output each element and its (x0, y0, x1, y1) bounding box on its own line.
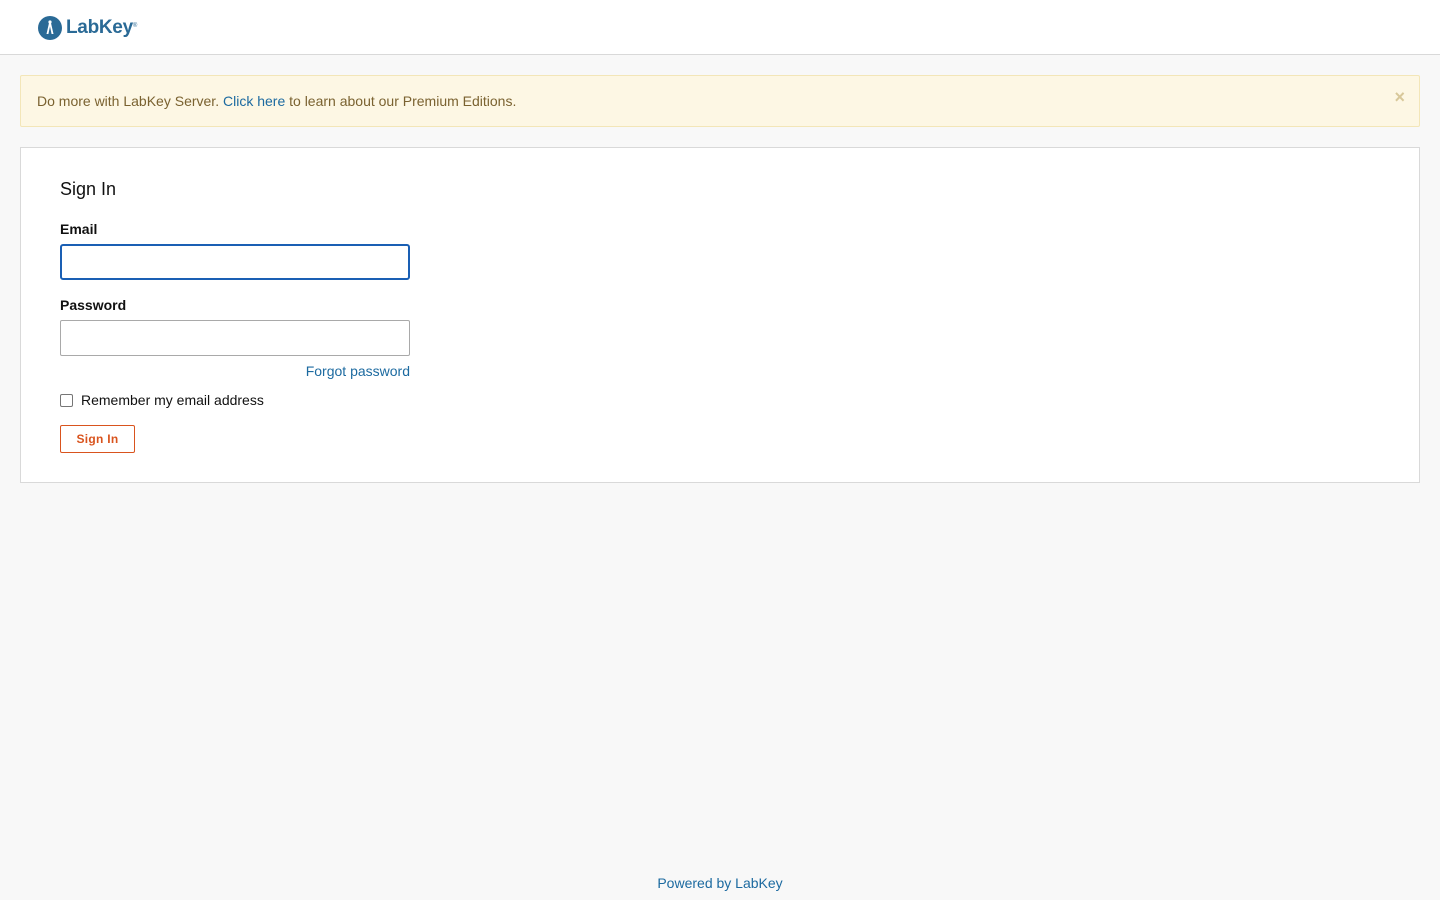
sign-in-button[interactable]: Sign In (60, 425, 135, 453)
email-label: Email (60, 221, 98, 237)
premium-banner: Do more with LabKey Server. Click here t… (20, 75, 1420, 127)
remember-email-label: Remember my email address (81, 392, 264, 408)
signin-title: Sign In (60, 179, 117, 199)
password-field[interactable] (60, 320, 410, 356)
banner-text-before: Do more with LabKey Server. (37, 93, 223, 109)
labkey-logo-icon (38, 16, 62, 40)
labkey-logo[interactable]: LabKey ® (38, 15, 137, 41)
banner-text-after: to learn about our Premium Editions. (285, 93, 517, 109)
signin-panel: Sign In Email Password Forgot password R… (20, 147, 1420, 483)
logo-registered-mark: ® (132, 23, 138, 29)
remember-email-row: Remember my email address (60, 392, 264, 408)
banner-close-icon[interactable]: × (1394, 88, 1405, 106)
banner-click-here-link[interactable]: Click here (223, 93, 285, 109)
forgot-password-link[interactable]: Forgot password (60, 363, 410, 379)
page-header: LabKey ® (0, 0, 1440, 55)
logo-text: LabKey (66, 17, 133, 38)
email-field[interactable] (60, 244, 410, 280)
remember-email-checkbox[interactable] (60, 393, 73, 407)
powered-by-link[interactable]: Powered by LabKey (0, 875, 1440, 891)
password-label: Password (60, 297, 127, 313)
